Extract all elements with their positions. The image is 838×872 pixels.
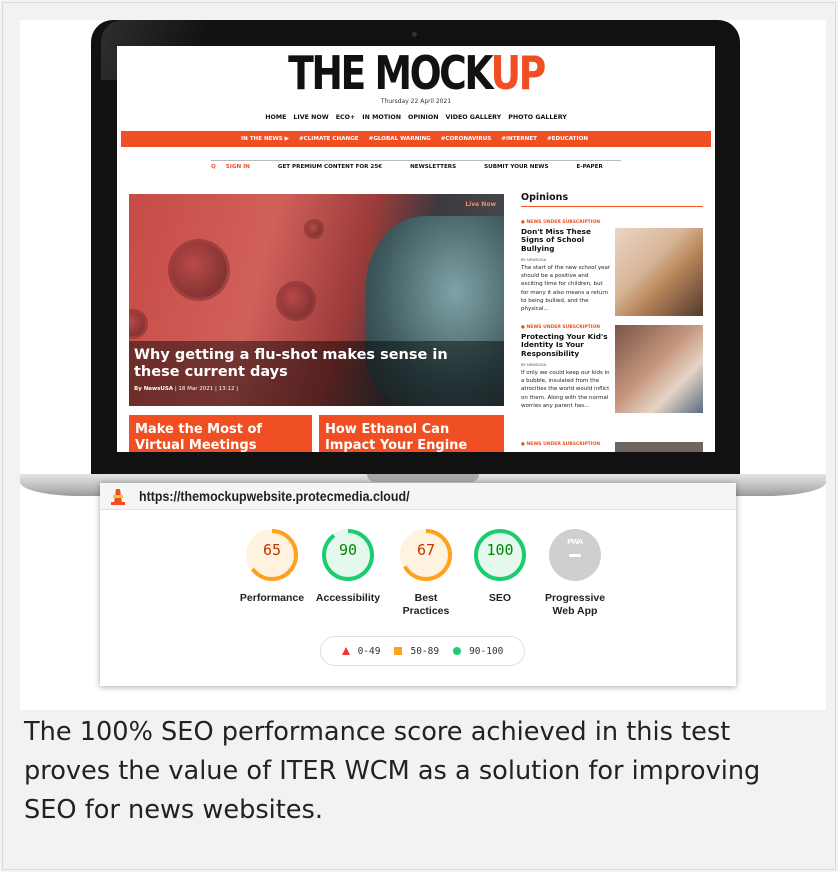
epaper-link[interactable]: E-PAPER bbox=[576, 164, 602, 170]
figure-caption: The 100% SEO performance score achieved … bbox=[24, 717, 761, 825]
topic-link[interactable]: #EDUCATION bbox=[547, 136, 588, 142]
article-card[interactable]: Make the Most of Virtual Meetings bbox=[129, 415, 312, 452]
in-the-news-label: IN THE NEWS ▶ bbox=[241, 136, 289, 142]
opinion-title[interactable]: Protecting Your Kid's Identity Is Your R… bbox=[521, 332, 609, 358]
opinion-item[interactable]: ● NEWS UNDER SUBSCRIPTION bbox=[521, 442, 703, 452]
pwa-badge-text: PWA bbox=[567, 537, 583, 546]
topic-link[interactable]: #INTERNET bbox=[501, 136, 537, 142]
figure-image: THE MOCKUP Thursday 22 April 2021 HOME L… bbox=[20, 20, 826, 710]
hero-caption: Why getting a flu-shot makes sense in th… bbox=[129, 341, 504, 406]
lighthouse-url-bar: https://themockupwebsite.protecmedia.clo… bbox=[100, 483, 736, 510]
audited-url[interactable]: https://themockupwebsite.protecmedia.clo… bbox=[139, 489, 410, 504]
gauge-score: 90 bbox=[338, 541, 358, 559]
topics-bar: IN THE NEWS ▶ #CLIMATE CHANGE #GLOBAL WA… bbox=[121, 131, 711, 147]
pwa-dash-icon bbox=[569, 554, 581, 557]
laptop-notch bbox=[367, 474, 479, 482]
virus-illustration bbox=[129, 312, 145, 336]
opinions-sidebar: Opinions ● NEWS UNDER SUBSCRIPTION Don't… bbox=[521, 192, 703, 452]
topic-link[interactable]: #GLOBAL WARNING bbox=[369, 136, 431, 142]
opinion-title[interactable]: Don't Miss These Signs of School Bullyin… bbox=[521, 227, 609, 253]
nav-video-gallery[interactable]: VIDEO GALLERY bbox=[446, 114, 502, 121]
main-nav: HOME LIVE NOW ECO+ IN MOTION OPINION VID… bbox=[117, 114, 715, 121]
hero-author: By NewsUSA bbox=[134, 386, 174, 392]
lighthouse-report: https://themockupwebsite.protecmedia.clo… bbox=[100, 483, 736, 686]
hero-title[interactable]: Why getting a flu-shot makes sense in th… bbox=[134, 347, 484, 381]
virus-illustration bbox=[171, 242, 227, 298]
circle-icon bbox=[453, 647, 462, 655]
legend-range: 0-49 bbox=[357, 645, 381, 657]
nav-live-now[interactable]: LIVE NOW bbox=[293, 114, 328, 121]
article-card[interactable]: How Ethanol Can Impact Your Engine bbox=[319, 415, 504, 452]
lighthouse-logo-icon bbox=[111, 487, 125, 505]
legend-item-pass: 90-100 bbox=[453, 646, 503, 657]
nav-eco[interactable]: ECO+ bbox=[336, 114, 356, 121]
laptop-screen: THE MOCKUP Thursday 22 April 2021 HOME L… bbox=[117, 46, 715, 452]
gauge-label: Progressive Web App bbox=[544, 592, 606, 617]
score-legend: 0-49 50-89 90-100 bbox=[320, 636, 525, 666]
legend-item-average: 50-89 bbox=[394, 646, 439, 657]
legend-range: 50-89 bbox=[410, 645, 440, 657]
opinions-heading: Opinions bbox=[521, 192, 703, 207]
square-icon bbox=[394, 647, 403, 655]
laptop-camera bbox=[412, 32, 417, 37]
nav-in-motion[interactable]: IN MOTION bbox=[362, 114, 401, 121]
masthead-accent: UP bbox=[490, 46, 547, 100]
newsletters-link[interactable]: NEWSLETTERS bbox=[410, 164, 456, 170]
laptop-lid: THE MOCKUP Thursday 22 April 2021 HOME L… bbox=[91, 20, 740, 482]
search-icon[interactable]: Q bbox=[211, 164, 216, 170]
virus-illustration bbox=[307, 222, 321, 236]
opinion-excerpt: If only we could keep our kids in a bubb… bbox=[521, 369, 610, 409]
premium-link[interactable]: GET PREMIUM CONTENT FOR 25€ bbox=[278, 164, 382, 170]
live-now-badge: Live Now bbox=[465, 201, 496, 208]
opinion-image[interactable] bbox=[615, 442, 703, 452]
legend-item-fail: 0-49 bbox=[341, 645, 381, 657]
subscription-tag: ● NEWS UNDER SUBSCRIPTION bbox=[521, 220, 601, 225]
nav-home[interactable]: HOME bbox=[265, 114, 286, 121]
accessibility-gauge[interactable]: 90 Accessibility bbox=[303, 527, 393, 605]
masthead-main: THE MOCK bbox=[288, 46, 493, 100]
topic-link[interactable]: #CLIMATE CHANGE bbox=[299, 136, 359, 142]
site-masthead[interactable]: THE MOCKUP bbox=[171, 50, 661, 96]
triangle-icon bbox=[341, 647, 350, 655]
gauge-label: Accessibility bbox=[315, 592, 381, 604]
user-bar: Q SIGN IN GET PREMIUM CONTENT FOR 25€ NE… bbox=[211, 160, 621, 170]
topic-link[interactable]: #CORONAVIRUS bbox=[441, 136, 492, 142]
figure-frame: THE MOCKUP Thursday 22 April 2021 HOME L… bbox=[2, 2, 836, 870]
site-date: Thursday 22 April 2021 bbox=[380, 98, 452, 105]
opinion-item[interactable]: ● NEWS UNDER SUBSCRIPTION Don't Miss The… bbox=[521, 220, 703, 316]
hero-article[interactable]: Live Now Why getting a flu-shot makes se… bbox=[129, 194, 504, 406]
opinion-image[interactable] bbox=[615, 228, 703, 316]
sign-in-link[interactable]: SIGN IN bbox=[226, 164, 250, 170]
hero-date: | 18 Mar 2021 | 13:12 | bbox=[174, 386, 239, 392]
opinion-item[interactable]: ● NEWS UNDER SUBSCRIPTION Protecting You… bbox=[521, 325, 703, 413]
nav-photo-gallery[interactable]: PHOTO GALLERY bbox=[508, 114, 567, 121]
opinion-excerpt: The start of the new school year should … bbox=[521, 264, 611, 312]
legend-range: 90-100 bbox=[469, 645, 504, 657]
submit-news-link[interactable]: SUBMIT YOUR NEWS bbox=[484, 164, 548, 170]
pwa-gauge[interactable]: PWA Progressive Web App bbox=[530, 527, 620, 618]
hero-byline: By NewsUSA | 18 Mar 2021 | 13:12 | bbox=[134, 386, 499, 392]
nav-opinion[interactable]: OPINION bbox=[408, 114, 439, 121]
gauge-label: Best Practices bbox=[402, 592, 450, 617]
opinion-image[interactable] bbox=[615, 325, 703, 413]
virus-illustration bbox=[279, 284, 313, 318]
